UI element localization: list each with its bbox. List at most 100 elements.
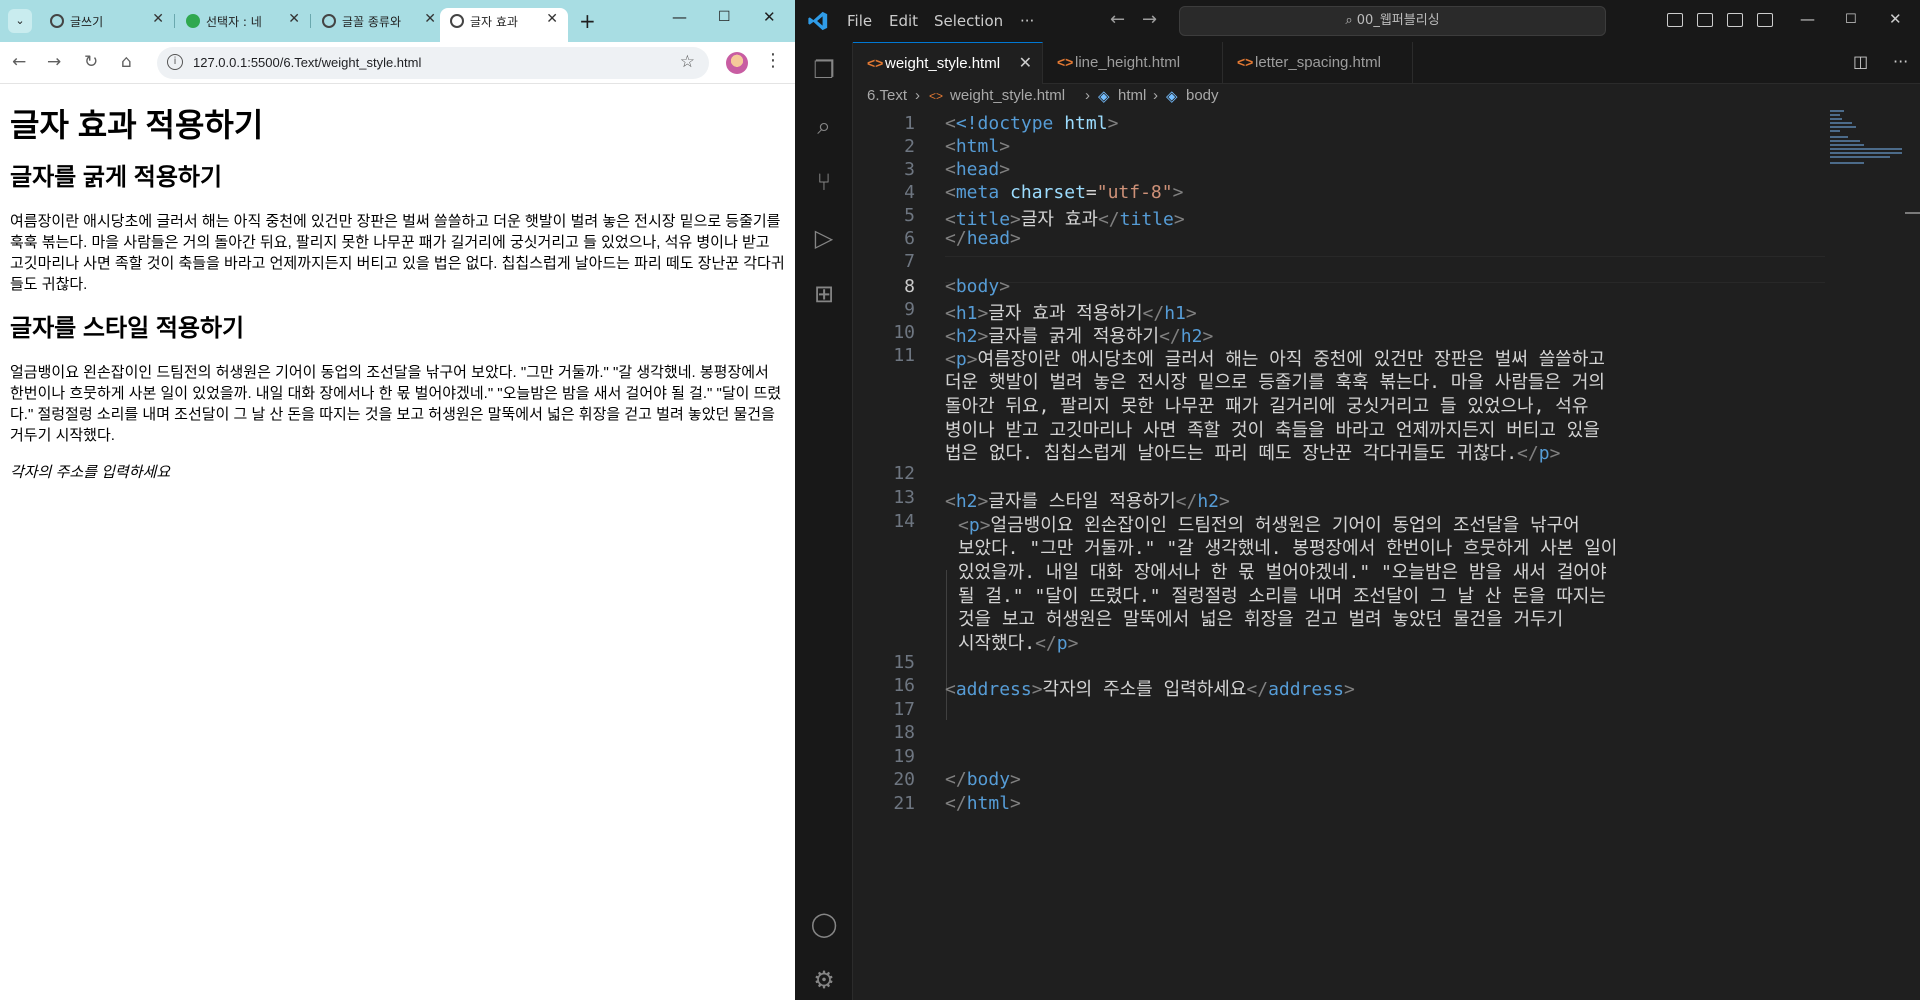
tab-divider (174, 14, 175, 28)
close-icon[interactable]: ✕ (152, 11, 164, 27)
account-icon[interactable]: ◯ (810, 910, 838, 938)
section-heading-bold: 글자를 굵게 적용하기 (10, 164, 223, 191)
menu-more[interactable]: ··· (1020, 12, 1034, 30)
maximize-icon[interactable]: ☐ (1845, 12, 1857, 27)
browser-window: ⌄ 글쓰기 ✕ 선택자 : 네 ✕ 글꼴 종류와 ✕ 글자 효과 ✕ + — ☐… (0, 0, 795, 1000)
toggle-primary-sidebar-icon[interactable] (1667, 13, 1683, 27)
editor-tab-active[interactable]: <> weight_style.html ✕ (853, 42, 1043, 84)
browser-tab-label: 글쓰기 (70, 15, 104, 29)
menu-file[interactable]: File (847, 12, 872, 30)
reload-icon[interactable]: ↻ (84, 52, 98, 72)
page-heading: 글자 효과 적용하기 (10, 107, 264, 143)
url-text[interactable]: 127.0.0.1:5500/6.Text/weight_style.html (193, 55, 421, 70)
line-number: 18 (893, 722, 915, 743)
customize-layout-icon[interactable] (1757, 13, 1773, 27)
current-line-highlight (945, 256, 1825, 283)
more-menu-icon[interactable]: ⋮ (764, 50, 782, 71)
tab-divider (310, 14, 311, 28)
toggle-secondary-sidebar-icon[interactable] (1727, 13, 1743, 27)
editor-tab[interactable]: <> letter_spacing.html (1223, 42, 1413, 84)
close-icon[interactable]: ✕ (1019, 53, 1032, 73)
extensions-icon[interactable]: ⊞ (810, 280, 838, 308)
code-line-11-wrap: 돌아간 뒤요, 팔리지 못한 나무꾼 패가 길거리에 궁싯거리고 들 있었으나,… (945, 396, 1589, 417)
workspace-name: 00_웹퍼블리싱 (1356, 13, 1440, 28)
minimize-icon[interactable]: — (672, 8, 687, 26)
paragraph-1: 여름장이란 애시당초에 글러서 해는 아직 중천에 있건만 장판은 벌써 쓸쓸하… (10, 213, 785, 293)
section-heading-style: 글자를 스타일 적용하기 (10, 315, 245, 342)
back-arrow-icon[interactable]: ← (12, 52, 26, 72)
line-number: 17 (893, 699, 915, 720)
command-center[interactable]: ⌕ 00_웹퍼블리싱 (1179, 6, 1606, 36)
browser-toolbar: ← → ↻ ⌂ i 127.0.0.1:5500/6.Text/weight_s… (0, 42, 795, 84)
browser-tab-label: 글자 효과 (470, 15, 518, 29)
code-line-8: <body> (945, 276, 1011, 297)
line-number: 20 (893, 769, 915, 790)
browser-tab[interactable]: 선택자 : 네 ✕ (176, 8, 311, 34)
minimap[interactable] (1830, 110, 1910, 170)
menu-edit[interactable]: Edit (889, 12, 918, 30)
line-number: 2 (904, 136, 915, 157)
close-window-icon[interactable]: ✕ (763, 8, 776, 26)
breadcrumb-html[interactable]: html (1118, 87, 1146, 104)
go-back-icon[interactable]: ← (1110, 9, 1125, 30)
breadcrumb-body[interactable]: body (1186, 87, 1219, 104)
line-number: 14 (893, 511, 915, 532)
close-icon[interactable]: ✕ (288, 11, 300, 27)
code-line-20: </html> (945, 793, 1021, 814)
source-control-icon[interactable]: ⑂ (810, 168, 838, 196)
editor-tab[interactable]: <> line_height.html (1043, 42, 1223, 84)
code-line-16: <address>각자의 주소를 입력하세요</address> (945, 679, 1355, 700)
browser-tab-active[interactable]: 글자 효과 ✕ (440, 8, 568, 42)
rendered-page: 글자 효과 적용하기 글자를 굵게 적용하기 여름장이란 애시당초에 글러서 해… (0, 85, 795, 1000)
chevron-right-icon: › (1153, 87, 1158, 104)
close-window-icon[interactable]: ✕ (1889, 10, 1902, 28)
maximize-icon[interactable]: ☐ (718, 9, 731, 25)
search-icon[interactable]: ⌕ (810, 112, 838, 140)
code-line-2: <html> (945, 136, 1011, 157)
scrollbar-thumb[interactable] (1905, 212, 1920, 214)
editor-tab-bar: <> weight_style.html ✕ <> line_height.ht… (853, 42, 1920, 84)
browser-tab[interactable]: 글꼴 종류와 ✕ (312, 8, 446, 34)
profile-avatar[interactable] (726, 52, 748, 74)
line-number: 21 (893, 793, 915, 814)
go-forward-icon[interactable]: → (1142, 9, 1157, 30)
code-line-19: </body> (945, 769, 1021, 790)
code-line-14-wrap: 있었을까. 내일 대화 장에서나 한 몫 벌어야겠네." "오늘밤은 밤을 새서… (958, 562, 1607, 583)
line-number: 9 (904, 299, 915, 320)
settings-gear-icon[interactable]: ⚙ (810, 966, 838, 994)
home-icon[interactable]: ⌂ (121, 52, 132, 72)
breadcrumb-folder[interactable]: 6.Text (867, 87, 907, 104)
code-line-11-wrap: 법은 없다. 칩칩스럽게 날아드는 파리 떼도 장난꾼 각다귀들도 귀찮다.</… (945, 443, 1561, 464)
breadcrumb-file[interactable]: weight_style.html (950, 87, 1065, 104)
line-number: 15 (893, 652, 915, 673)
line-number: 1 (904, 113, 915, 134)
element-icon: ◈ (1098, 88, 1110, 105)
globe-icon (50, 14, 64, 28)
toggle-panel-icon[interactable] (1697, 13, 1713, 27)
browser-tab[interactable]: 글쓰기 ✕ (40, 8, 175, 34)
run-debug-icon[interactable]: ▷ (810, 224, 838, 252)
explorer-icon[interactable]: ❐ (810, 56, 838, 84)
code-line-6: </head> (945, 228, 1021, 249)
minimize-icon[interactable]: — (1800, 10, 1815, 28)
menu-selection[interactable]: Selection (934, 12, 1003, 30)
close-icon[interactable]: ✕ (424, 11, 436, 27)
line-number: 6 (904, 228, 915, 249)
editor-tab-label: line_height.html (1075, 54, 1181, 71)
new-tab-button[interactable]: + (579, 9, 596, 33)
address-bar[interactable]: i 127.0.0.1:5500/6.Text/weight_style.htm… (157, 47, 709, 79)
code-line-3: <head> (945, 159, 1011, 180)
tab-search-chevron-icon[interactable]: ⌄ (8, 9, 32, 33)
element-icon: ◈ (1166, 88, 1178, 105)
more-actions-icon[interactable]: ··· (1893, 52, 1908, 71)
line-number: 13 (893, 487, 915, 508)
split-editor-icon[interactable]: ◫ (1853, 52, 1868, 71)
close-icon[interactable]: ✕ (546, 11, 558, 27)
code-editor[interactable]: 1 2 3 4 5 6 7 8 9 10 11 12 13 14 15 16 1… (853, 110, 1833, 1000)
bookmark-star-icon[interactable]: ☆ (680, 52, 695, 72)
html-file-icon: <> (867, 55, 884, 71)
code-line-4: <meta charset="utf-8"> (945, 182, 1184, 203)
line-number: 19 (893, 746, 915, 767)
forward-arrow-icon[interactable]: → (47, 52, 61, 72)
site-info-icon[interactable]: i (167, 54, 183, 70)
